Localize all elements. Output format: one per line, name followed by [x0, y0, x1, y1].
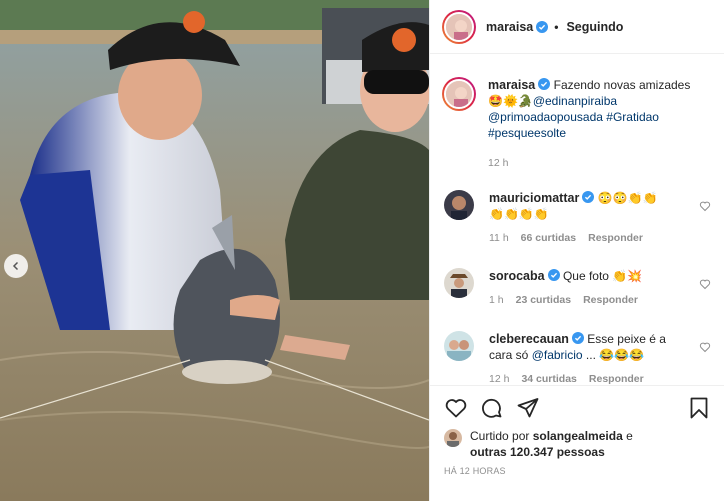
comment-text: Esse peixe é a [587, 332, 666, 346]
verified-badge-icon [571, 332, 584, 344]
caption-emojis: 🤩🌞🐊 [488, 94, 533, 108]
dot-separator: • [554, 19, 559, 34]
comment-row: mauriciomattar 😳😳👏👏 👏👏👏👏 11 h 66 curtidas… [444, 190, 714, 246]
comment-time[interactable]: 1 h [489, 294, 504, 306]
comments-list: maraisa Fazendo novas amizades 🤩🌞🐊@edina… [430, 55, 724, 385]
author-username[interactable]: maraisa [486, 20, 533, 34]
save-button[interactable] [687, 396, 711, 420]
comment-likes[interactable]: 66 curtidas [521, 232, 576, 244]
post-actions: Curtido por solangealmeida e outras 120.… [430, 385, 724, 501]
caption-tag-edinanpiraiba[interactable]: @edinanpiraiba [533, 94, 617, 108]
avatar-image [444, 331, 474, 361]
caption-text: Fazendo novas amizades [553, 78, 691, 92]
comment-text-cont: 👏👏👏👏 [489, 207, 549, 221]
comment-icon [482, 398, 502, 418]
previous-post-button[interactable] [4, 254, 28, 278]
chevron-left-icon [12, 261, 19, 271]
comment-row: sorocaba Que foto 👏💥 1 h 23 curtidas Respo… [444, 268, 714, 308]
comment-username[interactable]: cleberecauan [489, 332, 569, 346]
likes-and: e [622, 429, 633, 443]
post-timestamp[interactable]: HÁ 12 HORAS [444, 466, 506, 476]
likes-others[interactable]: outras 120.347 pessoas [470, 445, 605, 459]
caption-tag-primoadaopousada[interactable]: @primoadaopousada [488, 110, 603, 124]
comment-button[interactable] [480, 396, 504, 420]
comment-text: Que foto 👏💥 [562, 269, 643, 283]
post-photo[interactable] [0, 0, 429, 501]
following-button[interactable]: Seguindo [566, 20, 623, 34]
commenter-avatar[interactable] [444, 268, 474, 298]
avatar-image [446, 81, 472, 107]
heart-icon [445, 399, 467, 418]
comment-likes[interactable]: 23 curtidas [516, 294, 571, 306]
avatar-image [444, 268, 474, 298]
comment-text-cont: cara só [489, 348, 532, 362]
verified-badge-icon [582, 191, 595, 203]
caption: maraisa Fazendo novas amizades 🤩🌞🐊@edina… [442, 77, 714, 171]
caption-author-avatar[interactable] [442, 77, 476, 111]
caption-hashtag-pesqueesolte[interactable]: #pesqueesolte [488, 126, 566, 140]
comment-time[interactable]: 12 h [489, 373, 509, 385]
reply-button[interactable]: Responder [588, 232, 643, 244]
caption-hashtag-gratidao[interactable]: #Gratidao [606, 110, 659, 124]
avatar-image [444, 190, 474, 220]
avatar-image [446, 13, 472, 40]
save-icon [690, 397, 708, 419]
post-header: maraisa • Seguindo [430, 0, 724, 54]
author-avatar[interactable] [442, 9, 476, 44]
comment-username[interactable]: mauriciomattar [489, 191, 579, 205]
likes-summary: Curtido por solangealmeida e outras 120.… [444, 428, 680, 460]
verified-badge-icon [547, 269, 560, 281]
liker-avatar[interactable] [444, 429, 462, 447]
comment-like-heart-icon[interactable] [699, 200, 711, 212]
verified-badge-icon [536, 20, 549, 33]
like-button[interactable] [444, 396, 468, 420]
comment-row: cleberecauan Esse peixe é a cara só @fab… [444, 331, 714, 385]
commenter-avatar[interactable] [444, 331, 474, 361]
likes-prefix: Curtido por [470, 429, 533, 443]
comment-like-heart-icon[interactable] [699, 341, 711, 353]
comment-likes[interactable]: 34 curtidas [521, 373, 576, 385]
comment-like-heart-icon[interactable] [699, 278, 711, 290]
comment-text-suffix: ... 😂😂😂 [582, 348, 645, 362]
comment-username[interactable]: sorocaba [489, 269, 545, 283]
post-side-panel: maraisa • Seguindo maraisa Fazendo novas… [429, 0, 724, 501]
liker-username[interactable]: solangealmeida [533, 429, 623, 443]
caption-username[interactable]: maraisa [488, 78, 535, 92]
comment-tag-fabricio[interactable]: @fabricio [532, 348, 583, 362]
photo-fishing-scene [0, 0, 429, 501]
share-button[interactable] [516, 396, 540, 420]
comment-time[interactable]: 11 h [489, 232, 509, 244]
reply-button[interactable]: Responder [589, 373, 644, 385]
avatar-image [444, 429, 462, 447]
caption-time[interactable]: 12 h [488, 157, 508, 169]
commenter-avatar[interactable] [444, 190, 474, 220]
reply-button[interactable]: Responder [583, 294, 638, 306]
verified-badge-icon [538, 78, 551, 90]
share-icon [517, 398, 539, 418]
comment-text: 😳😳👏👏 [597, 191, 658, 205]
